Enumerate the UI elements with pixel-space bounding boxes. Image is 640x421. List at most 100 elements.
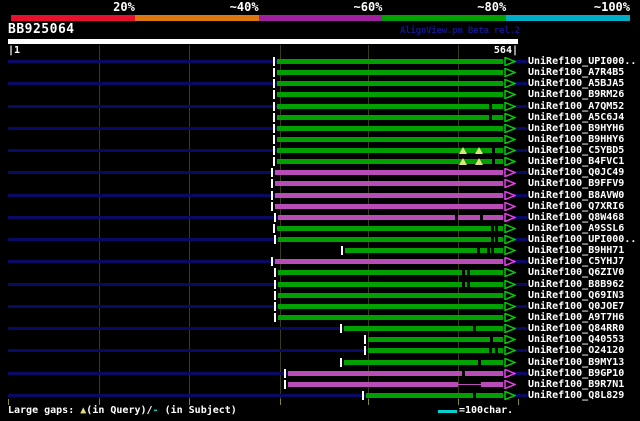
subject-label[interactable]: UniRef100_Q6ZIV0 (528, 267, 624, 278)
alignment-bar[interactable] (275, 181, 503, 186)
alignment-start-marker (273, 146, 275, 155)
alignment-arrow-icon[interactable] (504, 268, 516, 277)
alignment-bar[interactable] (278, 215, 503, 220)
subject-label[interactable]: UniRef100_C5YHJ7 (528, 256, 624, 267)
alignment-bar[interactable] (278, 237, 503, 242)
alignment-arrow-icon[interactable] (504, 324, 516, 333)
subject-label[interactable]: UniRef100_C5YBD5 (528, 145, 624, 156)
alignment-arrow-icon[interactable] (504, 79, 516, 88)
alignment-bar[interactable] (275, 193, 503, 198)
alignment-arrow-icon[interactable] (504, 146, 516, 155)
alignment-arrow-icon[interactable] (504, 291, 516, 300)
alignment-bar[interactable] (344, 326, 503, 331)
subject-label[interactable]: UniRef100_A9T7H6 (528, 312, 624, 323)
alignment-bar[interactable] (277, 159, 503, 164)
alignment-bar[interactable] (288, 371, 503, 376)
subject-label[interactable]: UniRef100_Q0JC49 (528, 167, 624, 178)
alignment-bar[interactable] (481, 382, 503, 387)
subject-label[interactable]: UniRef100_B9RM26 (528, 89, 624, 100)
alignment-arrow-icon[interactable] (504, 124, 516, 133)
alignment-bar[interactable] (277, 226, 503, 231)
alignment-arrow-icon[interactable] (504, 179, 516, 188)
subject-label[interactable]: UniRef100_Q0JOE7 (528, 301, 624, 312)
subject-gap-notch (473, 393, 476, 398)
alignment-bar[interactable] (278, 315, 503, 320)
subject-label[interactable]: UniRef100_B9GP10 (528, 368, 624, 379)
alignment-arrow-icon[interactable] (504, 68, 516, 77)
alignment-bar[interactable] (277, 92, 503, 97)
subject-label[interactable]: UniRef100_B8B962 (528, 279, 624, 290)
alignment-bar[interactable] (277, 70, 503, 75)
subject-label[interactable]: UniRef100_A9SSL6 (528, 223, 624, 234)
alignment-bar[interactable] (277, 148, 503, 153)
alignment-arrow-icon[interactable] (504, 302, 516, 311)
subject-label[interactable]: UniRef100_A5BJA5 (528, 78, 624, 89)
alignment-arrow-icon[interactable] (504, 224, 516, 233)
subject-gap-notch (462, 371, 465, 376)
subject-label[interactable]: UniRef100_B9FFV9 (528, 178, 624, 189)
subject-label[interactable]: UniRef100_B9HH71 (528, 245, 624, 256)
alignment-arrow-icon[interactable] (504, 358, 516, 367)
alignment-arrow-icon[interactable] (504, 213, 516, 222)
alignment-row: UniRef100_Q7XRI6 (0, 201, 640, 212)
alignment-bar[interactable] (275, 259, 503, 264)
alignment-arrow-icon[interactable] (504, 369, 516, 378)
alignment-bar[interactable] (275, 204, 503, 209)
subject-label[interactable]: UniRef100_B9HHY6 (528, 134, 624, 145)
alignment-arrow-icon[interactable] (504, 391, 516, 400)
subject-label[interactable]: UniRef100_Q40553 (528, 334, 624, 345)
alignment-arrow-icon[interactable] (504, 168, 516, 177)
large-gap-thin-line (458, 384, 481, 385)
alignment-bar[interactable] (288, 382, 458, 387)
subject-label[interactable]: UniRef100_Q7XRI6 (528, 201, 624, 212)
alignment-arrow-icon[interactable] (504, 380, 516, 389)
subject-label[interactable]: UniRef100_B8AVW0 (528, 190, 624, 201)
alignment-arrow-icon[interactable] (504, 90, 516, 99)
alignment-arrow-icon[interactable] (504, 113, 516, 122)
subject-label[interactable]: UniRef100_O24120 (528, 345, 624, 356)
alignment-bar[interactable] (277, 137, 503, 142)
alignment-row: UniRef100_B9HHY6 (0, 134, 640, 145)
alignment-bar[interactable] (277, 104, 503, 109)
alignment-bar[interactable] (368, 348, 503, 353)
subject-label[interactable]: UniRef100_Q69IN3 (528, 290, 624, 301)
subject-label[interactable]: UniRef100_UPI000.. (528, 56, 636, 67)
alignment-start-marker (284, 380, 286, 389)
alignment-bar[interactable] (277, 126, 503, 131)
subject-label[interactable]: UniRef100_A7R4B5 (528, 67, 624, 78)
alignment-bar[interactable] (368, 337, 503, 342)
alignment-arrow-icon[interactable] (504, 135, 516, 144)
alignment-bar[interactable] (277, 59, 503, 64)
subject-label[interactable]: UniRef100_A7QM52 (528, 101, 624, 112)
subject-label[interactable]: UniRef100_B9R7N1 (528, 379, 624, 390)
subject-label[interactable]: UniRef100_Q84RR0 (528, 323, 624, 334)
alignment-start-marker (273, 224, 275, 233)
subject-label[interactable]: UniRef100_B9HYH6 (528, 123, 624, 134)
alignment-arrow-icon[interactable] (504, 257, 516, 266)
alignment-bar[interactable] (275, 170, 503, 175)
subject-label[interactable]: UniRef100_B4FVC1 (528, 156, 624, 167)
alignment-arrow-icon[interactable] (504, 157, 516, 166)
alignment-bar[interactable] (277, 81, 503, 86)
subject-label[interactable]: UniRef100_A5C6J4 (528, 112, 624, 123)
alignment-arrow-icon[interactable] (504, 280, 516, 289)
subject-label[interactable]: UniRef100_B9MY13 (528, 357, 624, 368)
alignment-arrow-icon[interactable] (504, 102, 516, 111)
alignment-arrow-icon[interactable] (504, 191, 516, 200)
alignment-row: UniRef100_Q8W468 (0, 212, 640, 223)
alignment-arrow-icon[interactable] (504, 335, 516, 344)
alignment-arrow-icon[interactable] (504, 202, 516, 211)
alignment-arrow-icon[interactable] (504, 246, 516, 255)
subject-label[interactable]: UniRef100_Q8W468 (528, 212, 624, 223)
alignment-bar[interactable] (278, 304, 503, 309)
alignment-arrow-icon[interactable] (504, 57, 516, 66)
alignment-arrow-icon[interactable] (504, 313, 516, 322)
alignment-bar[interactable] (277, 115, 503, 120)
alignment-bar[interactable] (278, 293, 503, 298)
subject-label[interactable]: UniRef100_UPI000.. (528, 234, 636, 245)
subject-label[interactable]: UniRef100_Q8L829 (528, 390, 624, 401)
alignment-bar[interactable] (366, 393, 503, 398)
alignment-arrow-icon[interactable] (504, 346, 516, 355)
alignment-arrow-icon[interactable] (504, 235, 516, 244)
alignment-row: UniRef100_B9HYH6 (0, 123, 640, 134)
